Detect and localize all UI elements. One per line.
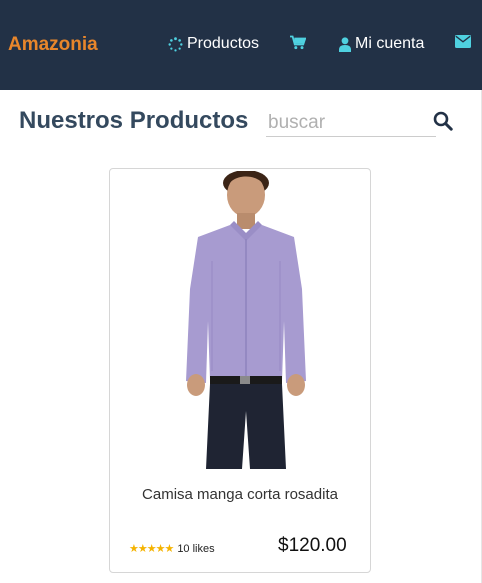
nav-mail[interactable] [455, 35, 471, 48]
cart-icon [290, 35, 306, 50]
user-icon [339, 36, 351, 52]
search-input[interactable] [266, 110, 436, 137]
product-name[interactable]: Camisa manga corta rosadita [110, 486, 370, 503]
nav-account-label: Mi cuenta [355, 35, 425, 52]
search-icon [433, 111, 453, 136]
product-price: $120.00 [278, 535, 347, 556]
product-image[interactable] [166, 170, 326, 469]
page-title: Nuestros Productos [19, 107, 249, 134]
spinner-icon [168, 36, 183, 52]
envelope-icon [455, 35, 471, 48]
nav-products[interactable]: Productos [168, 35, 259, 53]
star-rating-icon: ★★★★★ [129, 543, 174, 555]
top-navbar: Amazonia Productos Mi cuenta [0, 0, 482, 90]
product-rating: ★★★★★ 10 likes [129, 542, 215, 556]
nav-account[interactable]: Mi cuenta [339, 35, 424, 53]
product-card[interactable]: Camisa manga corta rosadita ★★★★★ 10 lik… [109, 168, 371, 573]
likes-count: 10 likes [177, 542, 215, 555]
nav-cart[interactable] [290, 35, 306, 50]
search-button[interactable] [432, 111, 454, 136]
nav-products-label: Productos [187, 35, 260, 52]
brand-logo[interactable]: Amazonia [8, 34, 98, 56]
